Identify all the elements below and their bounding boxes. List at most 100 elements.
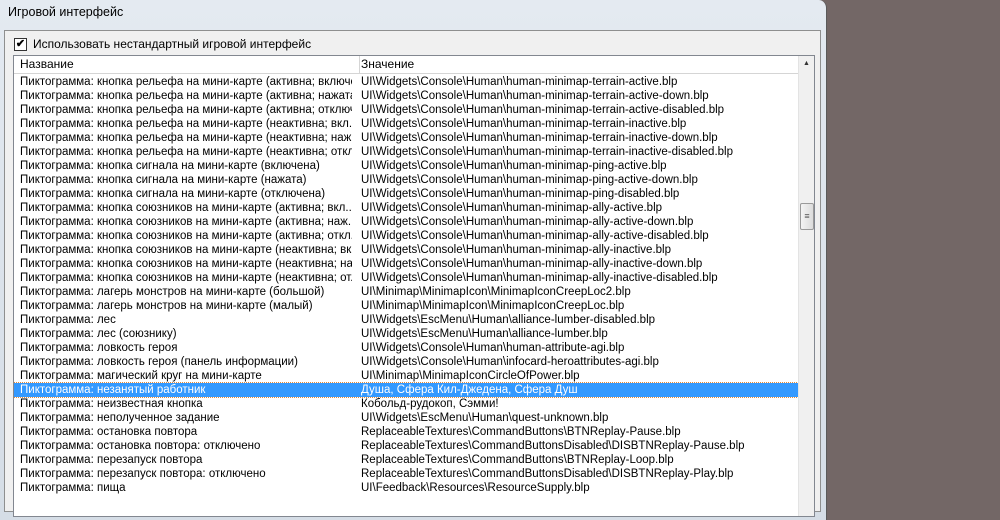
scrollbar-thumb[interactable]: ≡	[800, 203, 814, 230]
row-name: Пиктограмма: кнопка рельефа на мини-карт…	[20, 76, 352, 88]
row-name: Пиктограмма: кнопка рельефа на мини-карт…	[20, 118, 352, 130]
row-value: UI\Widgets\Console\Human\human-minimap-a…	[361, 202, 663, 214]
custom-interface-checkbox[interactable]: ✔	[14, 37, 27, 51]
table-row[interactable]: Пиктограмма: кнопка рельефа на мини-карт…	[14, 117, 798, 131]
table-row[interactable]: Пиктограмма: ловкость героя (панель инфо…	[14, 355, 798, 369]
row-value: UI\Widgets\Console\Human\human-minimap-a…	[361, 230, 709, 242]
table-row[interactable]: Пиктограмма: магический круг на мини-кар…	[14, 369, 798, 383]
row-value: UI\Widgets\Console\Human\human-minimap-t…	[361, 76, 678, 88]
row-name: Пиктограмма: кнопка союзников на мини-ка…	[20, 230, 352, 242]
row-name: Пиктограмма: кнопка союзников на мини-ка…	[20, 244, 352, 256]
dialog-window: Игровой интерфейс ✔ Использовать нестанд…	[0, 0, 827, 520]
table-row[interactable]: Пиктограмма: перезапуск повтора Replaceab…	[14, 453, 798, 467]
row-name: Пиктограмма: кнопка союзников на мини-ка…	[20, 202, 352, 214]
scroll-up-arrow-icon[interactable]: ▲	[799, 58, 814, 70]
row-name: Пиктограмма: магический круг на мини-кар…	[20, 370, 262, 382]
table-row[interactable]: Пиктограмма: лес (союзнику) UI\Widgets\Es…	[14, 327, 798, 341]
row-name: Пиктограмма: кнопка сигнала на мини-карт…	[20, 174, 307, 186]
row-name: Пиктограмма: кнопка сигнала на мини-карт…	[20, 188, 326, 200]
window-title: Игровой интерфейс	[8, 5, 124, 19]
row-value: UI\Minimap\MinimapIcon\MinimapIconCreepL…	[361, 300, 625, 312]
table-row[interactable]: Пиктограмма: кнопка рельефа на мини-карт…	[14, 75, 798, 89]
table-row[interactable]: Пиктограмма: кнопка союзников на мини-ка…	[14, 229, 798, 243]
table-row[interactable]: Пиктограмма: кнопка союзников на мини-ка…	[14, 257, 798, 271]
table-row[interactable]: Пиктограмма: неизвестная кнопка Кобольд-р…	[14, 397, 798, 411]
row-name: Пиктограмма: кнопка союзников на мини-ка…	[20, 272, 352, 284]
table-row[interactable]: Пиктограмма: кнопка сигнала на мини-карт…	[14, 187, 798, 201]
row-value: UI\Widgets\EscMenu\Human\alliance-lumber…	[361, 328, 608, 340]
row-value: ReplaceableTextures\CommandButtons\BTNRe…	[361, 454, 674, 466]
row-value: UI\Widgets\Console\Human\human-minimap-a…	[361, 216, 694, 228]
table-row[interactable]: Пиктограмма: лес UI\Widgets\EscMenu\Human…	[14, 313, 798, 327]
row-value: UI\Widgets\Console\Human\human-minimap-a…	[361, 272, 718, 284]
row-name: Пиктограмма: кнопка союзников на мини-ка…	[20, 216, 352, 228]
table-row[interactable]: Пиктограмма: кнопка сигнала на мини-карт…	[14, 159, 798, 173]
row-value: UI\Widgets\Console\Human\human-minimap-t…	[361, 104, 725, 116]
row-name: Пиктограмма: кнопка рельефа на мини-карт…	[20, 104, 352, 116]
content-panel: ✔ Использовать нестандартный игровой инт…	[4, 30, 821, 517]
table-row[interactable]: Пиктограмма: пища UI\Feedback\Resources\R…	[14, 481, 798, 495]
row-name: Пиктограмма: кнопка сигнала на мини-карт…	[20, 160, 320, 172]
row-value: UI\Widgets\Console\Human\human-minimap-a…	[361, 244, 671, 256]
table-row[interactable]: Пиктограмма: кнопка рельефа на мини-карт…	[14, 103, 798, 117]
row-value: UI\Widgets\Console\Human\human-minimap-p…	[361, 174, 698, 186]
vertical-scrollbar[interactable]: ▲ ≡	[798, 56, 814, 516]
row-value: Душа, Сфера Кил-Джедена, Сфера Душ	[361, 384, 578, 396]
table-row[interactable]: Пиктограмма: кнопка сигнала на мини-карт…	[14, 173, 798, 187]
row-value: UI\Widgets\Console\Human\human-minimap-p…	[361, 160, 667, 172]
row-value: UI\Widgets\Console\Human\human-minimap-t…	[361, 118, 687, 130]
table-row[interactable]: Пиктограмма: остановка повтора: отключен…	[14, 439, 798, 453]
row-value: UI\Widgets\Console\Human\human-minimap-t…	[361, 90, 709, 102]
table-row[interactable]: Пиктограмма: ловкость героя UI\Widgets\Co…	[14, 341, 798, 355]
row-value: UI\Minimap\MinimapIconCircleOfPower.blp	[361, 370, 580, 382]
table-row[interactable]: Пиктограмма: незанятый работник Душа, Сфе…	[14, 382, 799, 398]
row-name: Пиктограмма: перезапуск повтора	[20, 454, 203, 466]
table-row[interactable]: Пиктограмма: кнопка союзников на мини-ка…	[14, 243, 798, 257]
row-name: Пиктограмма: неизвестная кнопка	[20, 398, 203, 410]
row-name: Пиктограмма: кнопка рельефа на мини-карт…	[20, 132, 352, 144]
table-row[interactable]: Пиктограмма: кнопка рельефа на мини-карт…	[14, 89, 798, 103]
row-name: Пиктограмма: лес	[20, 314, 116, 326]
table-row[interactable]: Пиктограмма: кнопка рельефа на мини-карт…	[14, 131, 798, 145]
row-value: UI\Widgets\Console\Human\human-attribute…	[361, 342, 625, 354]
row-name: Пиктограмма: кнопка рельефа на мини-карт…	[20, 90, 352, 102]
list-header: Название Значение	[14, 56, 798, 74]
row-name: Пиктограмма: лагерь монстров на мини-кар…	[20, 286, 325, 298]
custom-interface-checkbox-row[interactable]: ✔ Использовать нестандартный игровой инт…	[14, 37, 311, 51]
row-value: UI\Minimap\MinimapIcon\MinimapIconCreepL…	[361, 286, 631, 298]
column-header-name[interactable]: Название	[14, 56, 360, 73]
row-value: UI\Widgets\Console\Human\human-minimap-t…	[361, 132, 718, 144]
table-row[interactable]: Пиктограмма: кнопка союзников на мини-ка…	[14, 215, 798, 229]
table-row[interactable]: Пиктограмма: кнопка союзников на мини-ка…	[14, 271, 798, 285]
row-value: UI\Widgets\Console\Human\human-minimap-p…	[361, 188, 680, 200]
row-value: UI\Feedback\Resources\ResourceSupply.blp	[361, 482, 590, 494]
table-row[interactable]: Пиктограмма: кнопка рельефа на мини-карт…	[14, 145, 798, 159]
list-rows: Пиктограмма: кнопка рельефа на мини-карт…	[14, 75, 799, 495]
column-header-value[interactable]: Значение	[361, 56, 414, 73]
row-value: ReplaceableTextures\CommandButtonsDisabl…	[361, 468, 734, 480]
row-value: ReplaceableTextures\CommandButtons\BTNRe…	[361, 426, 681, 438]
row-value: UI\Widgets\Console\Human\human-minimap-t…	[361, 146, 733, 158]
row-value: ReplaceableTextures\CommandButtonsDisabl…	[361, 440, 745, 452]
row-name: Пиктограмма: лагерь монстров на мини-кар…	[20, 300, 313, 312]
interface-list[interactable]: Название Значение Пиктограмма: кнопка ре…	[13, 55, 815, 517]
row-name: Пиктограмма: лес (союзнику)	[20, 328, 177, 340]
table-row[interactable]: Пиктограмма: остановка повтора Replaceabl…	[14, 425, 798, 439]
row-value: UI\Widgets\EscMenu\Human\alliance-lumber…	[361, 314, 656, 326]
row-value: UI\Widgets\Console\Human\infocard-heroat…	[361, 356, 659, 368]
table-row[interactable]: Пиктограмма: перезапуск повтора: отключе…	[14, 467, 798, 481]
row-name: Пиктограмма: незанятый работник	[20, 384, 206, 396]
row-name: Пиктограмма: неполученное задание	[20, 412, 220, 424]
table-row[interactable]: Пиктограмма: неполученное задание UI\Widg…	[14, 411, 798, 425]
row-name: Пиктограмма: перезапуск повтора: отключе…	[20, 468, 266, 480]
custom-interface-checkbox-label[interactable]: Использовать нестандартный игровой интер…	[33, 37, 311, 51]
table-row[interactable]: Пиктограмма: кнопка союзников на мини-ка…	[14, 201, 798, 215]
table-row[interactable]: Пиктограмма: лагерь монстров на мини-кар…	[14, 299, 798, 313]
row-name: Пиктограмма: ловкость героя	[20, 342, 178, 354]
row-name: Пиктограмма: пища	[20, 482, 126, 494]
table-row[interactable]: Пиктограмма: лагерь монстров на мини-кар…	[14, 285, 798, 299]
row-name: Пиктограмма: остановка повтора	[20, 426, 198, 438]
row-value: Кобольд-рудокоп, Сэмми!	[361, 398, 499, 410]
row-value: UI\Widgets\EscMenu\Human\quest-unknown.b…	[361, 412, 609, 424]
row-name: Пиктограмма: кнопка союзников на мини-ка…	[20, 258, 352, 270]
